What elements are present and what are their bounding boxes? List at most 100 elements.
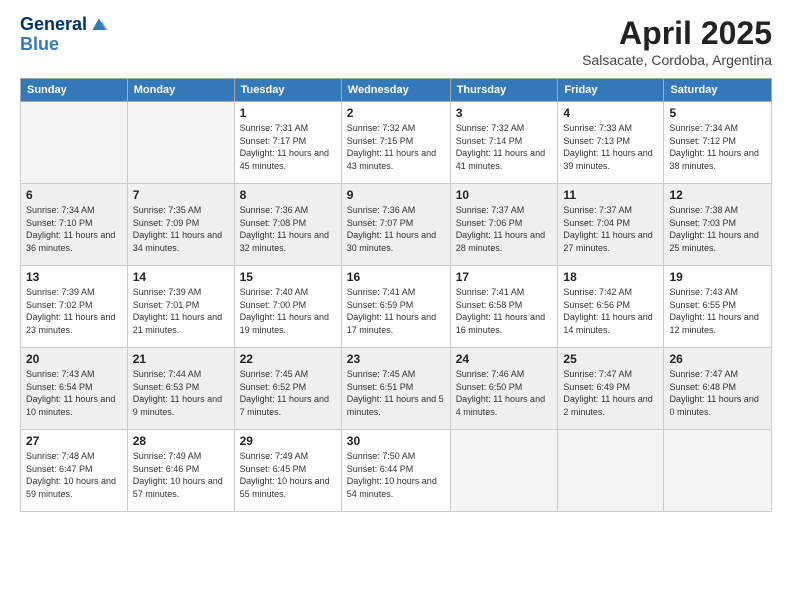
day-info: Sunrise: 7:45 AMSunset: 6:51 PMDaylight:… — [347, 368, 445, 418]
table-row: 11 Sunrise: 7:37 AMSunset: 7:04 PMDayligh… — [558, 184, 664, 266]
table-row: 21Sunrise: 7:44 AMSunset: 6:53 PMDayligh… — [127, 348, 234, 430]
day-number: 26 — [669, 352, 766, 366]
title-block: April 2025 Salsacate, Cordoba, Argentina — [582, 15, 772, 68]
day-info: Sunrise: 7:32 AMSunset: 7:15 PMDaylight:… — [347, 122, 445, 172]
table-row: 17 Sunrise: 7:41 AMSunset: 6:58 PMDayligh… — [450, 266, 558, 348]
day-number: 13 — [26, 270, 122, 284]
day-number: 4 — [563, 106, 658, 120]
table-row: 12 Sunrise: 7:38 AMSunset: 7:03 PMDayligh… — [664, 184, 772, 266]
day-info: Sunrise: 7:31 AMSunset: 7:17 PMDaylight:… — [240, 122, 336, 172]
table-row: 16Sunrise: 7:41 AMSunset: 6:59 PMDayligh… — [341, 266, 450, 348]
day-number: 3 — [456, 106, 553, 120]
day-info: Sunrise: 7:47 AMSunset: 6:48 PMDaylight:… — [669, 368, 766, 418]
day-number: 29 — [240, 434, 336, 448]
day-info: Sunrise: 7:38 AMSunset: 7:03 PMDaylight:… — [669, 204, 766, 254]
calendar-header-row: Sunday Monday Tuesday Wednesday Thursday… — [21, 79, 772, 102]
day-number: 11 — [563, 188, 658, 202]
day-number: 5 — [669, 106, 766, 120]
table-row: 30Sunrise: 7:50 AMSunset: 6:44 PMDayligh… — [341, 430, 450, 512]
day-info: Sunrise: 7:48 AMSunset: 6:47 PMDaylight:… — [26, 450, 122, 500]
day-info: Sunrise: 7:36 AMSunset: 7:08 PMDaylight:… — [240, 204, 336, 254]
table-row: 3 Sunrise: 7:32 AMSunset: 7:14 PMDaylight… — [450, 102, 558, 184]
header-saturday: Saturday — [664, 79, 772, 102]
day-number: 19 — [669, 270, 766, 284]
day-number: 9 — [347, 188, 445, 202]
day-number: 7 — [133, 188, 229, 202]
day-info: Sunrise: 7:40 AMSunset: 7:00 PMDaylight:… — [240, 286, 336, 336]
calendar-week-row: 20Sunrise: 7:43 AMSunset: 6:54 PMDayligh… — [21, 348, 772, 430]
header-thursday: Thursday — [450, 79, 558, 102]
calendar-week-row: 13 Sunrise: 7:39 AMSunset: 7:02 PMDayligh… — [21, 266, 772, 348]
day-number: 28 — [133, 434, 229, 448]
day-info: Sunrise: 7:49 AMSunset: 6:46 PMDaylight:… — [133, 450, 229, 500]
day-number: 30 — [347, 434, 445, 448]
day-info: Sunrise: 7:41 AMSunset: 6:59 PMDaylight:… — [347, 286, 445, 336]
table-row: 28 Sunrise: 7:49 AMSunset: 6:46 PMDayligh… — [127, 430, 234, 512]
table-row: 23 Sunrise: 7:45 AMSunset: 6:51 PMDayligh… — [341, 348, 450, 430]
day-info: Sunrise: 7:41 AMSunset: 6:58 PMDaylight:… — [456, 286, 553, 336]
table-row: 29 Sunrise: 7:49 AMSunset: 6:45 PMDayligh… — [234, 430, 341, 512]
header-sunday: Sunday — [21, 79, 128, 102]
day-info: Sunrise: 7:49 AMSunset: 6:45 PMDaylight:… — [240, 450, 336, 500]
day-info: Sunrise: 7:37 AMSunset: 7:06 PMDaylight:… — [456, 204, 553, 254]
table-row: 2 Sunrise: 7:32 AMSunset: 7:15 PMDaylight… — [341, 102, 450, 184]
calendar-week-row: 27 Sunrise: 7:48 AMSunset: 6:47 PMDayligh… — [21, 430, 772, 512]
table-row — [558, 430, 664, 512]
day-number: 24 — [456, 352, 553, 366]
table-row: 15 Sunrise: 7:40 AMSunset: 7:00 PMDayligh… — [234, 266, 341, 348]
day-info: Sunrise: 7:42 AMSunset: 6:56 PMDaylight:… — [563, 286, 658, 336]
table-row: 19 Sunrise: 7:43 AMSunset: 6:55 PMDayligh… — [664, 266, 772, 348]
day-info: Sunrise: 7:45 AMSunset: 6:52 PMDaylight:… — [240, 368, 336, 418]
table-row — [664, 430, 772, 512]
table-row: 25 Sunrise: 7:47 AMSunset: 6:49 PMDayligh… — [558, 348, 664, 430]
day-number: 15 — [240, 270, 336, 284]
day-info: Sunrise: 7:47 AMSunset: 6:49 PMDaylight:… — [563, 368, 658, 418]
day-number: 12 — [669, 188, 766, 202]
table-row — [21, 102, 128, 184]
day-info: Sunrise: 7:39 AMSunset: 7:02 PMDaylight:… — [26, 286, 122, 336]
subtitle: Salsacate, Cordoba, Argentina — [582, 52, 772, 68]
header-wednesday: Wednesday — [341, 79, 450, 102]
day-info: Sunrise: 7:35 AMSunset: 7:09 PMDaylight:… — [133, 204, 229, 254]
day-number: 20 — [26, 352, 122, 366]
table-row: 1 Sunrise: 7:31 AMSunset: 7:17 PMDaylight… — [234, 102, 341, 184]
day-info: Sunrise: 7:33 AMSunset: 7:13 PMDaylight:… — [563, 122, 658, 172]
table-row — [127, 102, 234, 184]
day-info: Sunrise: 7:32 AMSunset: 7:14 PMDaylight:… — [456, 122, 553, 172]
day-info: Sunrise: 7:34 AMSunset: 7:10 PMDaylight:… — [26, 204, 122, 254]
logo-text: General — [20, 15, 87, 35]
table-row — [450, 430, 558, 512]
day-number: 18 — [563, 270, 658, 284]
calendar: Sunday Monday Tuesday Wednesday Thursday… — [20, 78, 772, 512]
calendar-week-row: 6Sunrise: 7:34 AMSunset: 7:10 PMDaylight… — [21, 184, 772, 266]
day-number: 10 — [456, 188, 553, 202]
header-tuesday: Tuesday — [234, 79, 341, 102]
table-row: 6Sunrise: 7:34 AMSunset: 7:10 PMDaylight… — [21, 184, 128, 266]
day-info: Sunrise: 7:36 AMSunset: 7:07 PMDaylight:… — [347, 204, 445, 254]
day-number: 14 — [133, 270, 229, 284]
day-info: Sunrise: 7:39 AMSunset: 7:01 PMDaylight:… — [133, 286, 229, 336]
table-row: 10 Sunrise: 7:37 AMSunset: 7:06 PMDayligh… — [450, 184, 558, 266]
header-friday: Friday — [558, 79, 664, 102]
day-number: 2 — [347, 106, 445, 120]
table-row: 5 Sunrise: 7:34 AMSunset: 7:12 PMDaylight… — [664, 102, 772, 184]
header-monday: Monday — [127, 79, 234, 102]
table-row: 24Sunrise: 7:46 AMSunset: 6:50 PMDayligh… — [450, 348, 558, 430]
day-number: 1 — [240, 106, 336, 120]
table-row: 8Sunrise: 7:36 AMSunset: 7:08 PMDaylight… — [234, 184, 341, 266]
day-number: 17 — [456, 270, 553, 284]
table-row: 26 Sunrise: 7:47 AMSunset: 6:48 PMDayligh… — [664, 348, 772, 430]
table-row: 22Sunrise: 7:45 AMSunset: 6:52 PMDayligh… — [234, 348, 341, 430]
logo: General Blue — [20, 15, 109, 55]
day-number: 27 — [26, 434, 122, 448]
logo-blue: Blue — [20, 35, 109, 55]
table-row: 7 Sunrise: 7:35 AMSunset: 7:09 PMDaylight… — [127, 184, 234, 266]
day-info: Sunrise: 7:43 AMSunset: 6:55 PMDaylight:… — [669, 286, 766, 336]
calendar-week-row: 1 Sunrise: 7:31 AMSunset: 7:17 PMDaylight… — [21, 102, 772, 184]
day-info: Sunrise: 7:34 AMSunset: 7:12 PMDaylight:… — [669, 122, 766, 172]
table-row: 27 Sunrise: 7:48 AMSunset: 6:47 PMDayligh… — [21, 430, 128, 512]
day-info: Sunrise: 7:37 AMSunset: 7:04 PMDaylight:… — [563, 204, 658, 254]
day-number: 23 — [347, 352, 445, 366]
day-number: 25 — [563, 352, 658, 366]
table-row: 9 Sunrise: 7:36 AMSunset: 7:07 PMDaylight… — [341, 184, 450, 266]
